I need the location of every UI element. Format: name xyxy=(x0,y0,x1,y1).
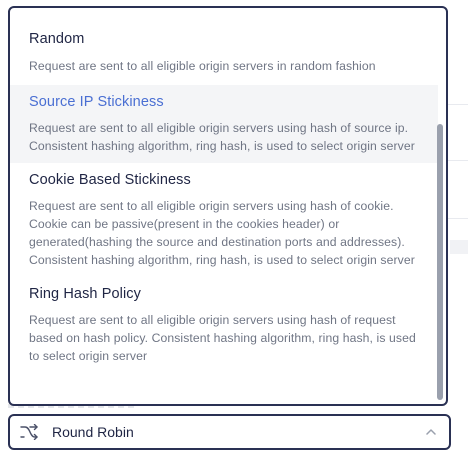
option-title: Random xyxy=(29,31,85,47)
load-balancer-select[interactable]: Round Robin xyxy=(8,414,451,450)
option-ring-hash-policy[interactable]: Ring Hash Policy Request are sent to all… xyxy=(10,277,438,373)
select-value: Round Robin xyxy=(52,424,134,440)
scrollbar-thumb[interactable] xyxy=(437,124,443,400)
chevron-up-icon[interactable] xyxy=(425,426,437,438)
option-description: Request are sent to all eligible origin … xyxy=(29,199,415,267)
option-description: Request are sent to all eligible origin … xyxy=(29,121,415,153)
option-cookie-based-stickiness[interactable]: Cookie Based Stickiness Request are sent… xyxy=(10,163,438,277)
option-title: Source IP Stickiness xyxy=(29,94,164,110)
option-source-ip-stickiness[interactable]: Source IP Stickiness Request are sent to… xyxy=(10,85,438,163)
option-description: Request are sent to all eligible origin … xyxy=(29,313,416,363)
option-title: Ring Hash Policy xyxy=(29,286,142,302)
shuffle-icon xyxy=(20,424,38,440)
option-description: Request are sent to all eligible origin … xyxy=(29,59,376,73)
options-listbox: Random Request are sent to all eligible … xyxy=(8,6,448,406)
options-list: Random Request are sent to all eligible … xyxy=(10,22,438,373)
background-row xyxy=(450,240,468,254)
scrollbar[interactable] xyxy=(437,14,443,400)
option-title: Cookie Based Stickiness xyxy=(29,172,191,188)
page: Random Request are sent to all eligible … xyxy=(0,0,468,464)
option-random[interactable]: Random Request are sent to all eligible … xyxy=(10,22,438,83)
